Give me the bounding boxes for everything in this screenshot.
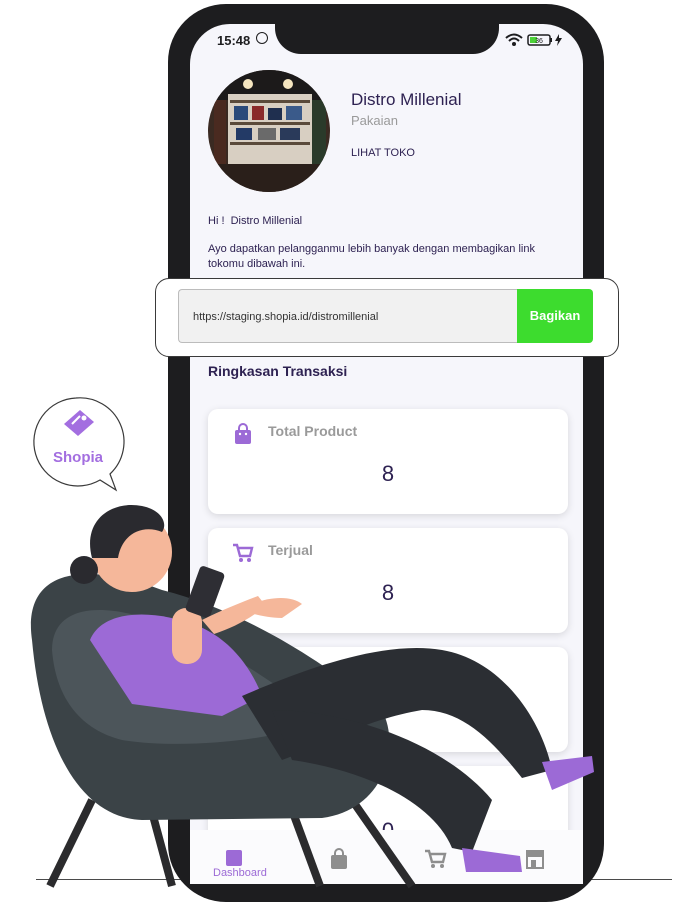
store-url-field[interactable]: https://staging.shopia.id/distromillenia… bbox=[178, 289, 518, 343]
status-icons: 36 bbox=[505, 33, 562, 46]
wifi-icon bbox=[505, 33, 523, 46]
summary-title: Ringkasan Transaksi bbox=[208, 363, 348, 379]
summary-card-total-product[interactable]: Total Product 8 bbox=[208, 409, 568, 514]
store-photo bbox=[208, 70, 330, 192]
shopping-bag-icon bbox=[235, 423, 251, 444]
store-name: Distro Millenial bbox=[351, 90, 462, 109]
battery-icon: 36 bbox=[527, 34, 552, 46]
battery-level: 36 bbox=[535, 38, 543, 45]
view-store-link[interactable]: LIHAT TOKO bbox=[351, 147, 415, 159]
share-button[interactable]: Bagikan bbox=[517, 289, 593, 343]
charging-icon bbox=[555, 34, 562, 46]
invite-text: Ayo dapatkan pelangganmu lebih banyak de… bbox=[208, 243, 535, 270]
card-label: Total Product bbox=[268, 423, 358, 439]
shopia-speech-bubble: Shopia bbox=[33, 397, 125, 492]
status-time: 15:48 bbox=[217, 33, 251, 48]
brand-name: Shopia bbox=[53, 449, 104, 466]
person-illustration bbox=[30, 504, 594, 889]
alarm-icon bbox=[256, 32, 268, 44]
greeting-text: Hi ! Distro Millenial bbox=[208, 215, 303, 227]
store-category: Pakaian bbox=[351, 113, 398, 128]
phone-notch bbox=[275, 4, 499, 54]
card-value: 8 bbox=[381, 461, 395, 486]
